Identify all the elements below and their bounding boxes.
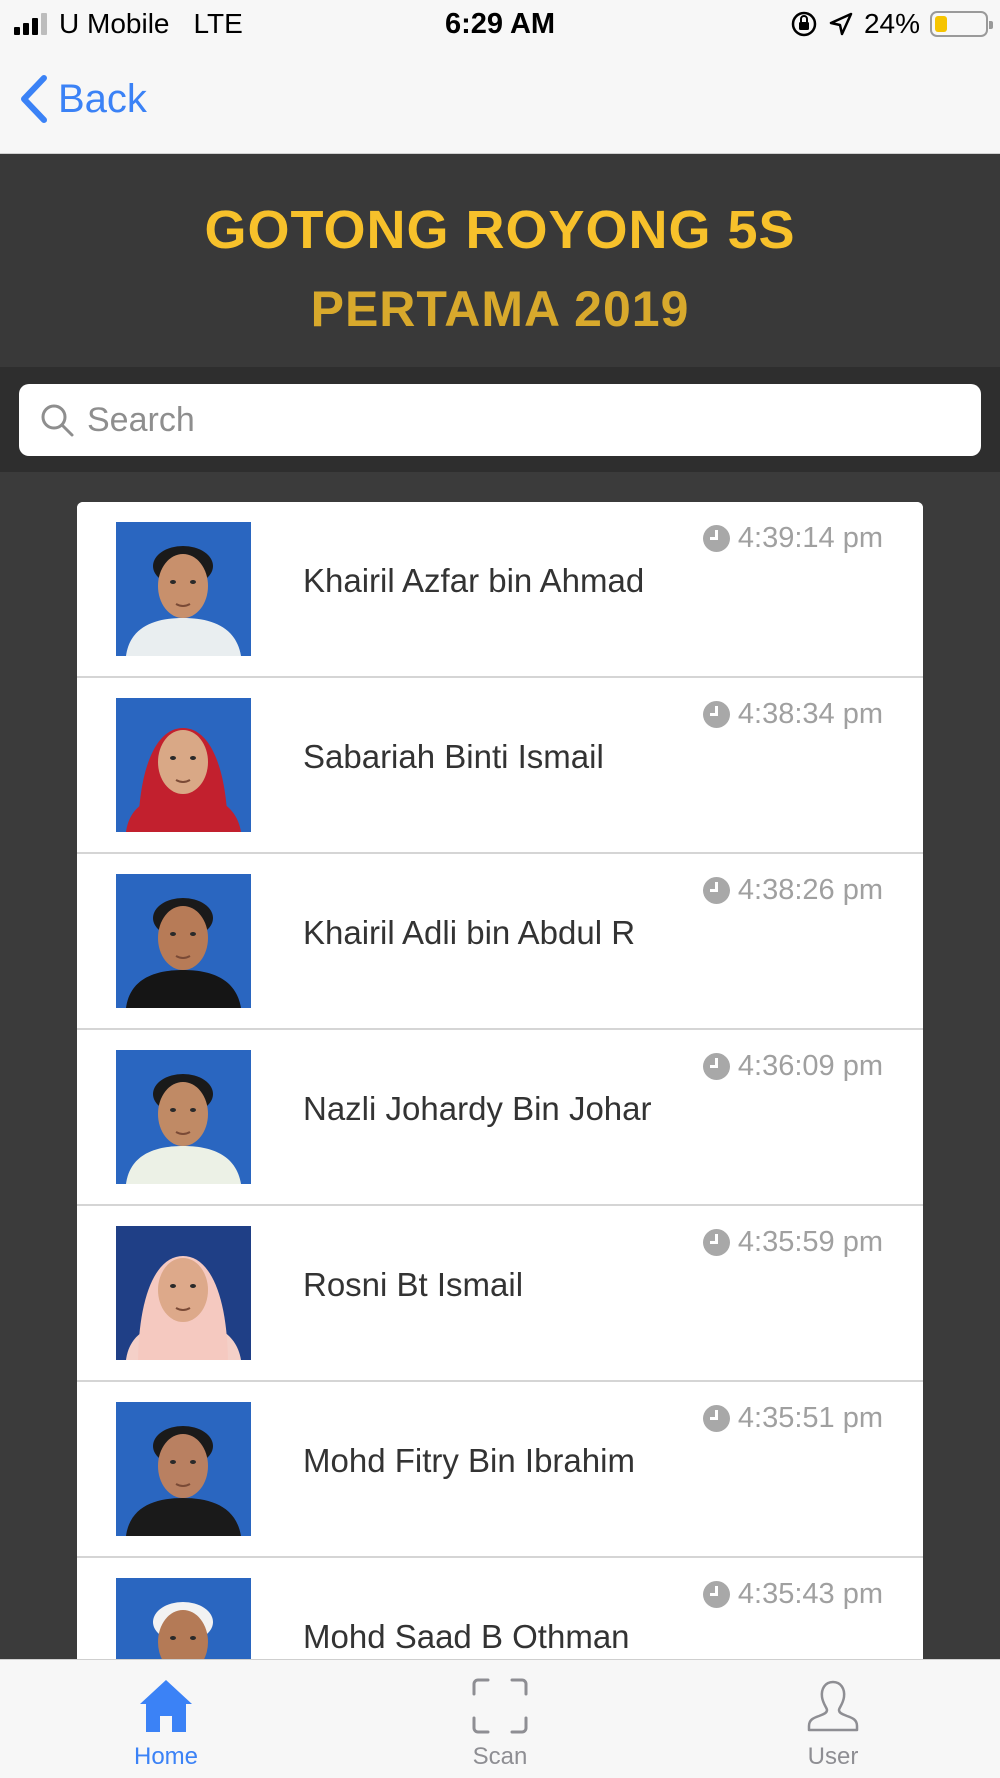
attendee-photo: [116, 874, 251, 1008]
attendee-name: Nazli Johardy Bin Johar: [303, 1090, 652, 1127]
clock-icon: [702, 1229, 730, 1256]
navigation-bar: Back: [0, 50, 1000, 154]
search-bar: [0, 367, 1000, 472]
battery-level: [935, 16, 947, 32]
check-in-time: 4:38:34 pm: [702, 698, 883, 731]
attendee-photo: [116, 1402, 251, 1536]
attendee-photo: [116, 1226, 251, 1360]
scan-icon: [472, 1678, 528, 1734]
clock-icon: [702, 1053, 730, 1080]
event-header: GOTONG ROYONG 5S PERTAMA 2019: [0, 154, 1000, 367]
back-button[interactable]: Back: [18, 74, 147, 124]
battery-cap: [989, 21, 993, 29]
clock-icon: [702, 1405, 730, 1432]
attendee-row[interactable]: Mohd Fitry Bin Ibrahim 4:35:51 pm: [77, 1382, 923, 1558]
home-icon: [140, 1680, 192, 1732]
attendee-name: Sabariah Binti Ismail: [303, 738, 604, 775]
check-in-time-label: 4:38:26 pm: [737, 874, 883, 906]
search-icon: [41, 404, 74, 437]
attendee-photo: [116, 522, 251, 656]
check-in-time-label: 4:39:14 pm: [737, 522, 883, 554]
check-in-time: 4:35:43 pm: [702, 1578, 883, 1611]
search-box[interactable]: [19, 384, 981, 456]
tab-home-label: Home: [133, 1743, 199, 1770]
location-arrow-icon: [829, 12, 853, 36]
check-in-time: 4:38:26 pm: [702, 874, 883, 907]
check-in-time-label: 4:35:43 pm: [737, 1578, 883, 1610]
attendee-name: Khairil Adli bin Abdul R: [303, 914, 636, 951]
tab-scan-label: Scan: [472, 1743, 528, 1770]
tab-user-label: User: [807, 1743, 859, 1770]
clock-icon: [702, 525, 730, 552]
clock-icon: [702, 877, 730, 904]
attendee-photo: [116, 1050, 251, 1184]
tab-bar: Home Scan User: [0, 1659, 1000, 1778]
status-right: 24%: [790, 8, 993, 40]
battery-icon: [930, 11, 993, 37]
user-icon: [807, 1680, 859, 1732]
check-in-time: 4:35:59 pm: [702, 1226, 883, 1259]
attendee-name: Rosni Bt Ismail: [303, 1266, 524, 1303]
check-in-time-label: 4:38:34 pm: [737, 698, 883, 730]
attendee-row[interactable]: Rosni Bt Ismail 4:35:59 pm: [77, 1206, 923, 1382]
check-in-time-label: 4:35:51 pm: [737, 1402, 883, 1434]
battery-percent: 24%: [863, 8, 920, 39]
status-bar: U Mobile LTE 6:29 AM 24%: [0, 0, 1000, 50]
check-in-time: 4:35:51 pm: [702, 1402, 883, 1435]
check-in-time-label: 4:36:09 pm: [737, 1050, 883, 1082]
attendee-row[interactable]: Sabariah Binti Ismail 4:38:34 pm: [77, 678, 923, 854]
check-in-time: 4:39:14 pm: [702, 522, 883, 555]
tab-home[interactable]: Home: [66, 1660, 266, 1778]
attendee-name: Khairil Azfar bin Ahmad: [303, 562, 645, 599]
attendee-row[interactable]: Nazli Johardy Bin Johar 4:36:09 pm: [77, 1030, 923, 1206]
check-in-time: 4:36:09 pm: [702, 1050, 883, 1083]
attendee-row[interactable]: Khairil Adli bin Abdul R 4:38:26 pm: [77, 854, 923, 1030]
attendee-photo: [116, 698, 251, 832]
attendee-list[interactable]: Khairil Azfar bin Ahmad 4:39:14 pm Sabar…: [77, 502, 923, 1734]
attendee-name: Mohd Saad B Othman: [303, 1618, 630, 1655]
tab-user[interactable]: User: [733, 1660, 933, 1778]
search-input[interactable]: [87, 400, 947, 440]
rotation-lock-icon: [791, 11, 817, 37]
app-screen: U Mobile LTE 6:29 AM 24% Back GOTONG ROY…: [0, 0, 1000, 1778]
chevron-left-icon: [21, 75, 47, 123]
event-title: GOTONG ROYONG 5S: [204, 200, 796, 260]
clock-icon: [702, 1581, 730, 1608]
clock-icon: [702, 701, 730, 728]
tab-scan[interactable]: Scan: [400, 1660, 600, 1778]
check-in-time-label: 4:35:59 pm: [737, 1226, 883, 1258]
back-label: Back: [58, 76, 147, 121]
attendee-row[interactable]: Khairil Azfar bin Ahmad 4:39:14 pm: [77, 502, 923, 678]
event-subtitle: PERTAMA 2019: [310, 281, 690, 337]
attendee-name: Mohd Fitry Bin Ibrahim: [303, 1442, 635, 1479]
